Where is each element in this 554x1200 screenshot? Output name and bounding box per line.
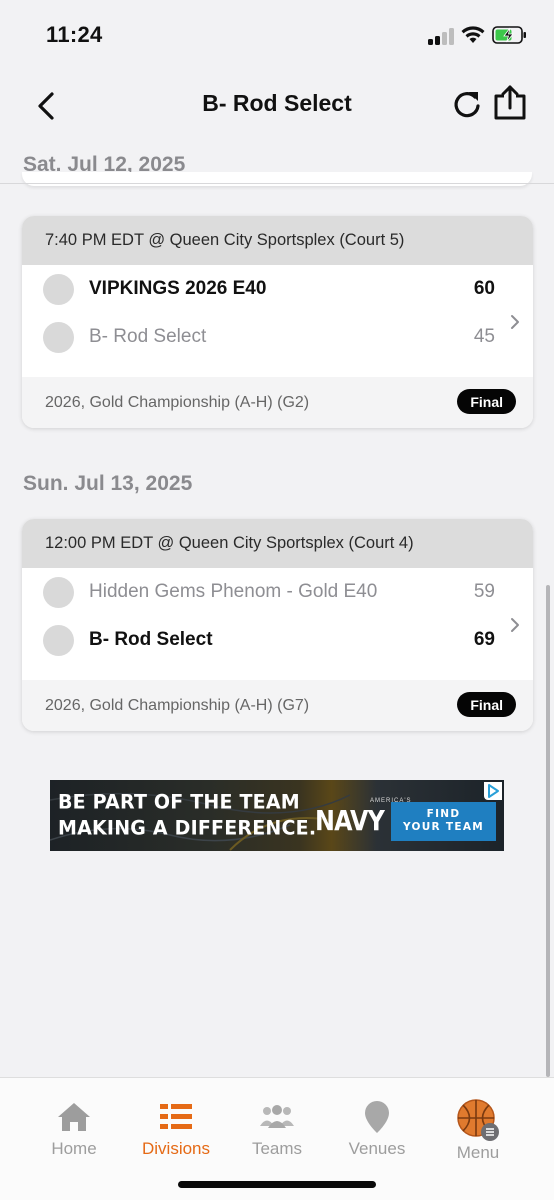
team-row: VIPKINGS 2026 E40 60 [22, 265, 533, 313]
date-header: Sun. Jul 13, 2025 [23, 472, 193, 495]
home-indicator [178, 1181, 376, 1188]
navigation-bar: B- Rod Select [0, 72, 554, 138]
ad-headline-1: BE PART OF THE TEAM [58, 790, 300, 814]
refresh-icon [454, 92, 480, 118]
chevron-right-icon [511, 315, 519, 329]
tab-label: Home [51, 1139, 97, 1158]
tab-menu[interactable]: Menu [428, 1078, 528, 1178]
team-logo-placeholder [43, 624, 74, 656]
status-bar: 11:24 [0, 0, 554, 70]
divider [0, 183, 554, 184]
cellular-signal-icon [428, 27, 456, 45]
status-badge: Final [457, 389, 516, 414]
list-icon [160, 1104, 192, 1129]
location-pin-icon [365, 1101, 389, 1133]
team-name: B- Rod Select [89, 326, 207, 347]
basketball-menu-icon [457, 1099, 499, 1141]
tab-label: Divisions [141, 1139, 211, 1158]
bracket-label: 2026, Gold Championship (A-H) (G7) [45, 696, 310, 714]
wifi-icon [461, 26, 485, 43]
chevron-right-icon [511, 618, 519, 632]
tab-venues[interactable]: Venues [327, 1078, 427, 1178]
ad-cta-button[interactable]: FIND YOUR TEAM [391, 802, 496, 841]
share-button[interactable] [492, 84, 528, 122]
ad-choices-icon[interactable] [484, 782, 502, 800]
tab-home[interactable]: Home [24, 1078, 124, 1178]
ad-cta-line1: FIND [426, 808, 461, 820]
tab-label: Menu [456, 1143, 500, 1162]
team-logo-placeholder [43, 321, 74, 353]
team-score: 69 [473, 629, 495, 650]
team-logo-placeholder [43, 273, 74, 305]
status-time: 11:24 [46, 22, 103, 47]
share-icon [494, 85, 526, 120]
team-row: B- Rod Select 45 [22, 313, 533, 361]
scrollbar[interactable] [546, 585, 550, 1077]
team-row: B- Rod Select 69 [22, 616, 533, 664]
team-logo-placeholder [43, 576, 74, 608]
ad-banner[interactable]: BE PART OF THE TEAM MAKING A DIFFERENCE.… [50, 780, 504, 851]
team-score: 45 [473, 326, 495, 347]
refresh-button[interactable] [450, 88, 484, 122]
game-card[interactable]: 12:00 PM EDT @ Queen City Sportsplex (Co… [22, 519, 533, 731]
tab-teams[interactable]: Teams [227, 1078, 327, 1178]
team-name: B- Rod Select [89, 629, 213, 650]
game-footer: 2026, Gold Championship (A-H) (G2) Final [22, 377, 533, 428]
tab-divisions[interactable]: Divisions [126, 1078, 226, 1178]
ad-cta-line2: YOUR TEAM [402, 821, 485, 833]
team-score: 60 [473, 278, 495, 299]
home-icon [58, 1103, 90, 1131]
team-row: Hidden Gems Phenom - Gold E40 59 [22, 568, 533, 616]
game-card[interactable]: 7:40 PM EDT @ Queen City Sportsplex (Cou… [22, 216, 533, 428]
people-icon [260, 1105, 294, 1128]
ad-headline-2: MAKING A DIFFERENCE. [58, 816, 317, 840]
tab-label: Teams [251, 1139, 303, 1158]
game-time-venue: 12:00 PM EDT @ Queen City Sportsplex (Co… [22, 519, 533, 568]
team-name: VIPKINGS 2026 E40 [89, 278, 267, 299]
bracket-label: 2026, Gold Championship (A-H) (G2) [45, 393, 310, 411]
team-score: 59 [473, 581, 495, 602]
game-footer: 2026, Gold Championship (A-H) (G7) Final [22, 680, 533, 731]
team-name: Hidden Gems Phenom - Gold E40 [89, 581, 378, 602]
ad-brand: NAVY [315, 804, 385, 837]
battery-charging-icon [492, 26, 526, 44]
game-time-venue: 7:40 PM EDT @ Queen City Sportsplex (Cou… [22, 216, 533, 265]
status-badge: Final [457, 692, 516, 717]
tab-label: Venues [348, 1139, 406, 1158]
